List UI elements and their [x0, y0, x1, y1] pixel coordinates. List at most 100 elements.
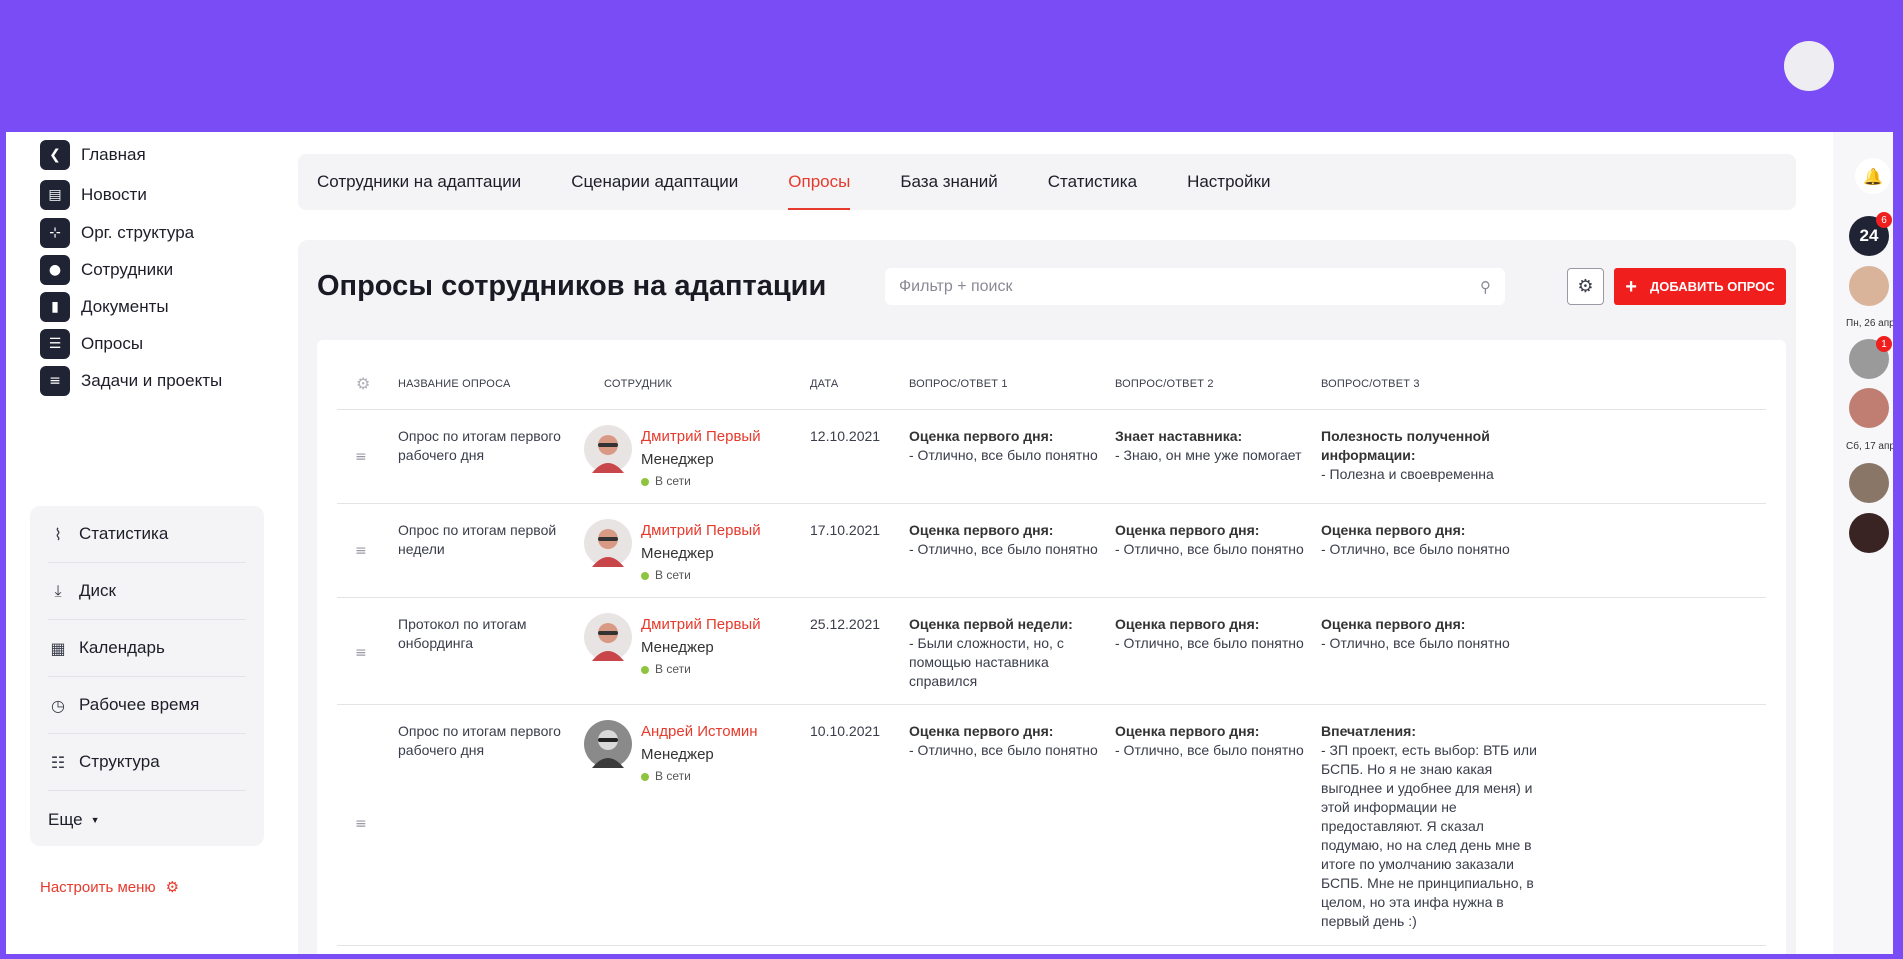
contact-avatar[interactable] [1849, 266, 1889, 306]
contact-avatar[interactable] [1849, 463, 1889, 503]
sidebar-item-calendar[interactable]: ▦ Календарь [48, 620, 246, 677]
plus-icon: + [1625, 275, 1637, 298]
tab-adaptation-scenarios[interactable]: Сценарии адаптации [571, 154, 738, 210]
sidebar-item-statistics[interactable]: ⌇ Статистика [48, 506, 246, 563]
employee-name-link[interactable]: Дмитрий Первый [641, 615, 821, 634]
search-input[interactable] [899, 277, 1480, 296]
tab-adaptation-employees[interactable]: Сотрудники на адаптации [317, 154, 521, 210]
sidebar-item-tasks[interactable]: ≡ Задачи и проекты [40, 366, 222, 396]
user-avatar[interactable] [1784, 41, 1834, 91]
answer-3: Оценка первого дня: - Отлично, все было … [1321, 615, 1546, 653]
question-title: Оценка первой недели: [909, 616, 1073, 632]
question-title: Оценка первого дня: [909, 428, 1054, 444]
survey-date: 25.12.2021 [810, 616, 881, 632]
clock-icon: ◷ [51, 695, 65, 715]
employees-icon: ● [40, 255, 70, 285]
employee-name-link[interactable]: Андрей Истомин [641, 722, 821, 741]
contact-avatar[interactable] [1849, 513, 1889, 553]
drag-handle-icon[interactable]: ≡ [355, 816, 369, 832]
online-status: В сети [641, 660, 821, 679]
question-title: Оценка первого дня: [909, 522, 1054, 538]
survey-name[interactable]: Опрос по итогам первого рабочего дня [398, 427, 598, 465]
employee-avatar [584, 613, 632, 661]
survey-name[interactable]: Протокол по итогам онбординга [398, 615, 598, 653]
tab-settings[interactable]: Настройки [1187, 154, 1270, 210]
answer-2: Оценка первого дня: - Отлично, все было … [1115, 722, 1315, 760]
table-row[interactable]: ≡ Опрос по итогам первого рабочего дня Д… [337, 411, 1766, 504]
answer-1: Оценка первого дня: - Отлично, все было … [909, 521, 1104, 559]
sidebar-item-documents[interactable]: ▮ Документы [40, 292, 169, 322]
survey-icon: ☰ [40, 329, 70, 359]
answer-text: - Отлично, все было понятно [909, 742, 1098, 758]
sidebar-item-label: Календарь [79, 638, 165, 657]
sidebar-item-label: Статистика [79, 524, 169, 543]
logo-icon: ❮ [40, 140, 70, 170]
column-header-date[interactable]: ДАТА [810, 378, 838, 390]
answer-text: - Отлично, все было понятно [1115, 635, 1304, 651]
bell-icon[interactable]: 🔔 [1855, 158, 1891, 194]
employee-avatar [584, 519, 632, 567]
survey-name[interactable]: Опрос по итогам первой недели [398, 521, 598, 559]
sidebar-item-more[interactable]: Еще ▼ [48, 791, 246, 848]
column-header-q1[interactable]: ВОПРОС/ОТВЕТ 1 [909, 378, 1008, 390]
sidebar-item-employees[interactable]: ● Сотрудники [40, 255, 173, 285]
survey-name[interactable]: Опрос по итогам первого рабочего дня [398, 722, 598, 760]
page-title: Опросы сотрудников на адаптации [317, 270, 827, 302]
customize-menu-label: Настроить меню [40, 878, 156, 896]
table-row[interactable]: ≡ Опрос по итогам первого рабочего дня А… [337, 706, 1766, 946]
table-row[interactable]: ≡ Протокол по итогам онбординга Дмитрий … [337, 599, 1766, 705]
tab-statistics[interactable]: Статистика [1048, 154, 1137, 210]
surveys-table: ⚙ НАЗВАНИЕ ОПРОСА СОТРУДНИК ДАТА ВОПРОС/… [317, 340, 1786, 954]
employee-name-link[interactable]: Дмитрий Первый [641, 521, 821, 540]
search-field[interactable]: ⚲ [885, 268, 1505, 305]
column-header-q3[interactable]: ВОПРОС/ОТВЕТ 3 [1321, 378, 1420, 390]
table-row[interactable]: ≡ Опрос по итогам первой недели Дмитрий … [337, 505, 1766, 598]
online-dot-icon [641, 477, 649, 486]
tab-knowledge-base[interactable]: База знаний [900, 154, 997, 210]
employee-name-link[interactable]: Дмитрий Первый [641, 427, 821, 446]
chat-date: Сб, 17 апр [1846, 441, 1893, 452]
column-header-employee[interactable]: СОТРУДНИК [604, 378, 672, 390]
employee-role: Менеджер [641, 746, 714, 763]
sidebar-item-structure[interactable]: ☷ Структура [48, 734, 246, 791]
employee-avatar [584, 425, 632, 473]
answer-text: - Были сложности, но, с помощью наставни… [909, 635, 1064, 689]
sidebar-item-label: Главная [81, 145, 146, 164]
answer-text: - Отлично, все было понятно [1115, 742, 1304, 758]
answer-3: Впечатления: - ЗП проект, есть выбор: ВТ… [1321, 722, 1546, 931]
sidebar-item-work-time[interactable]: ◷ Рабочее время [48, 677, 246, 734]
sidebar-item-label: Рабочее время [79, 695, 200, 714]
drag-handle-icon[interactable]: ≡ [355, 543, 369, 559]
column-header-name[interactable]: НАЗВАНИЕ ОПРОСА [398, 378, 511, 390]
table-settings-button[interactable]: ⚙ [1567, 268, 1604, 305]
question-title: Полезность полученной информации: [1321, 428, 1490, 463]
contact-avatar[interactable] [1849, 388, 1889, 428]
question-title: Оценка первого дня: [1115, 522, 1260, 538]
document-icon: ▮ [40, 292, 70, 322]
status-text: В сети [655, 662, 691, 676]
customize-menu-link[interactable]: Настроить меню ⚙ [40, 878, 179, 896]
org-structure-icon: ⊹ [40, 218, 70, 248]
column-header-q2[interactable]: ВОПРОС/ОТВЕТ 2 [1115, 378, 1214, 390]
question-title: Оценка первого дня: [1115, 723, 1260, 739]
drag-handle-icon[interactable]: ≡ [355, 645, 369, 661]
sidebar-item-news[interactable]: ▤ Новости [40, 180, 147, 210]
column-settings-icon[interactable]: ⚙ [356, 374, 370, 393]
employee-cell: Дмитрий Первый Менеджер В сети [641, 427, 821, 491]
sidebar-item-disk[interactable]: ⤓ Диск [48, 563, 246, 620]
question-title: Оценка первого дня: [1321, 522, 1466, 538]
disk-icon: ⤓ [54, 581, 62, 600]
drag-handle-icon[interactable]: ≡ [355, 449, 369, 465]
sidebar-item-label: Структура [79, 752, 160, 771]
sidebar-secondary-menu: ⌇ Статистика ⤓ Диск ▦ Календарь ◷ Рабоче… [30, 506, 264, 846]
question-title: Знает наставника: [1115, 428, 1243, 444]
sidebar-item-org-structure[interactable]: ⊹ Орг. структура [40, 218, 194, 248]
add-survey-button[interactable]: + ДОБАВИТЬ ОПРОС [1614, 268, 1786, 305]
app-window: ❮ Главная ▤ Новости ⊹ Орг. структура ● С… [6, 132, 1893, 954]
answer-text: - Отлично, все было понятно [909, 447, 1098, 463]
survey-date: 10.10.2021 [810, 723, 881, 739]
question-title: Оценка первого дня: [909, 723, 1054, 739]
sidebar-item-home[interactable]: ❮ Главная [40, 140, 146, 170]
tab-surveys[interactable]: Опросы [788, 154, 851, 210]
sidebar-item-surveys[interactable]: ☰ Опросы [40, 329, 143, 359]
